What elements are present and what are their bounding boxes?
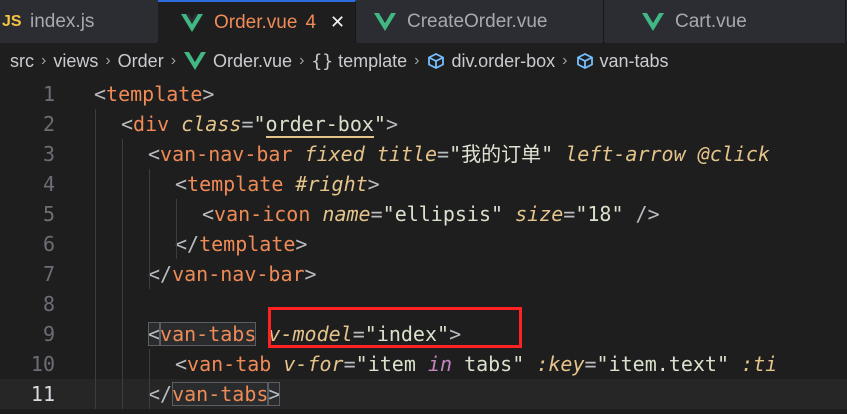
tab-label: CreateOrder.vue: [407, 10, 548, 32]
code-line-1[interactable]: 1 <template>: [0, 79, 847, 109]
line-number: 9: [42, 322, 55, 346]
breadcrumb: src › views › Order › Order.vue › {} tem…: [0, 43, 847, 79]
vue-file-icon: [374, 12, 396, 31]
problem-count-badge: 4: [305, 11, 317, 33]
code-line-4[interactable]: 4 <template #right>: [0, 169, 847, 199]
line-number: 2: [42, 112, 55, 136]
breadcrumb-order-vue[interactable]: Order.vue: [183, 51, 292, 72]
code-line-9[interactable]: 9 <van-tabs v-model="index">: [0, 319, 847, 349]
breadcrumb-template[interactable]: {} template: [311, 51, 407, 72]
braces-icon: {}: [311, 50, 334, 72]
code-text: </van-tabs>: [148, 382, 281, 406]
breadcrumb-van-tabs[interactable]: van-tabs: [575, 51, 669, 72]
editor-tab-bar: JS index.js Order.vue 4 ✕ CreateOrder.vu…: [0, 0, 847, 43]
tab-label: index.js: [30, 10, 95, 32]
code-line-5[interactable]: 5 <van-icon name="ellipsis" size="18" />: [0, 199, 847, 229]
code-text: <van-icon name="ellipsis" size="18" />: [202, 202, 660, 226]
chevron-right-icon: ›: [105, 52, 111, 69]
code-line-7[interactable]: 7 </van-nav-bar>: [0, 259, 847, 289]
indent-guide: [149, 349, 150, 409]
code-line-6[interactable]: 6 </template>: [0, 229, 847, 259]
indent-guide: [149, 169, 150, 289]
code-text: <div class="order-box">: [121, 112, 398, 138]
chevron-right-icon: ›: [41, 52, 47, 69]
chevron-right-icon: ›: [170, 52, 177, 69]
line-number: 3: [42, 142, 55, 166]
tab-cart-vue[interactable]: Cart.vue: [605, 0, 846, 43]
code-line-3[interactable]: 3 <van-nav-bar fixed title="我的订单" left-a…: [0, 139, 847, 169]
code-text: <van-nav-bar fixed title="我的订单" left-arr…: [148, 142, 770, 166]
cube-icon: [576, 52, 593, 70]
code-text: <template #right>: [175, 172, 380, 196]
close-icon[interactable]: ✕: [330, 12, 345, 33]
chevron-right-icon: ›: [414, 52, 420, 69]
breadcrumb-order-folder[interactable]: Order: [118, 51, 164, 72]
tab-index-js[interactable]: JS index.js: [0, 0, 157, 43]
indent-guide: [122, 139, 123, 409]
tab-label: Cart.vue: [675, 10, 747, 32]
javascript-file-icon: JS: [2, 12, 22, 30]
vue-file-icon: [642, 12, 664, 31]
tab-order-vue[interactable]: Order.vue 4 ✕: [158, 0, 356, 43]
line-number: 11: [30, 382, 55, 406]
vue-file-icon: [181, 13, 203, 32]
vue-file-icon: [184, 52, 207, 70]
code-line-2[interactable]: 2 <div class="order-box">: [0, 109, 847, 139]
code-line-10[interactable]: 10 <van-tab v-for="item in tabs" :key="i…: [0, 349, 847, 379]
chevron-right-icon: ›: [299, 52, 305, 69]
breadcrumb-views[interactable]: views: [53, 51, 98, 72]
tab-createorder-vue[interactable]: CreateOrder.vue: [357, 0, 604, 43]
breadcrumb-div-order-box[interactable]: div.order-box: [426, 51, 555, 72]
line-number: 10: [30, 352, 55, 376]
code-text: <van-tabs v-model="index">: [148, 322, 462, 346]
indent-guide: [176, 199, 177, 259]
line-number: 4: [42, 172, 55, 196]
line-number: 1: [42, 82, 55, 106]
code-line-8[interactable]: 8: [0, 289, 847, 319]
code-text: <template>: [94, 82, 215, 106]
code-text: <van-tab v-for="item in tabs" :key="item…: [175, 352, 778, 376]
breadcrumb-src[interactable]: src: [10, 51, 34, 72]
code-text: </van-nav-bar>: [148, 262, 317, 286]
cube-icon: [428, 52, 445, 70]
indent-guide: [95, 109, 96, 409]
code-line-11[interactable]: 11 </van-tabs>: [0, 379, 847, 409]
code-editor[interactable]: 1 <template> 2 <div class="order-box"> 3…: [0, 79, 847, 414]
line-number: 6: [42, 232, 55, 256]
chevron-right-icon: ›: [562, 52, 568, 69]
line-number: 8: [42, 292, 55, 316]
tab-label: Order.vue: [214, 11, 298, 33]
code-text: </template>: [175, 232, 308, 256]
line-number: 5: [42, 202, 55, 226]
line-number: 7: [42, 262, 55, 286]
